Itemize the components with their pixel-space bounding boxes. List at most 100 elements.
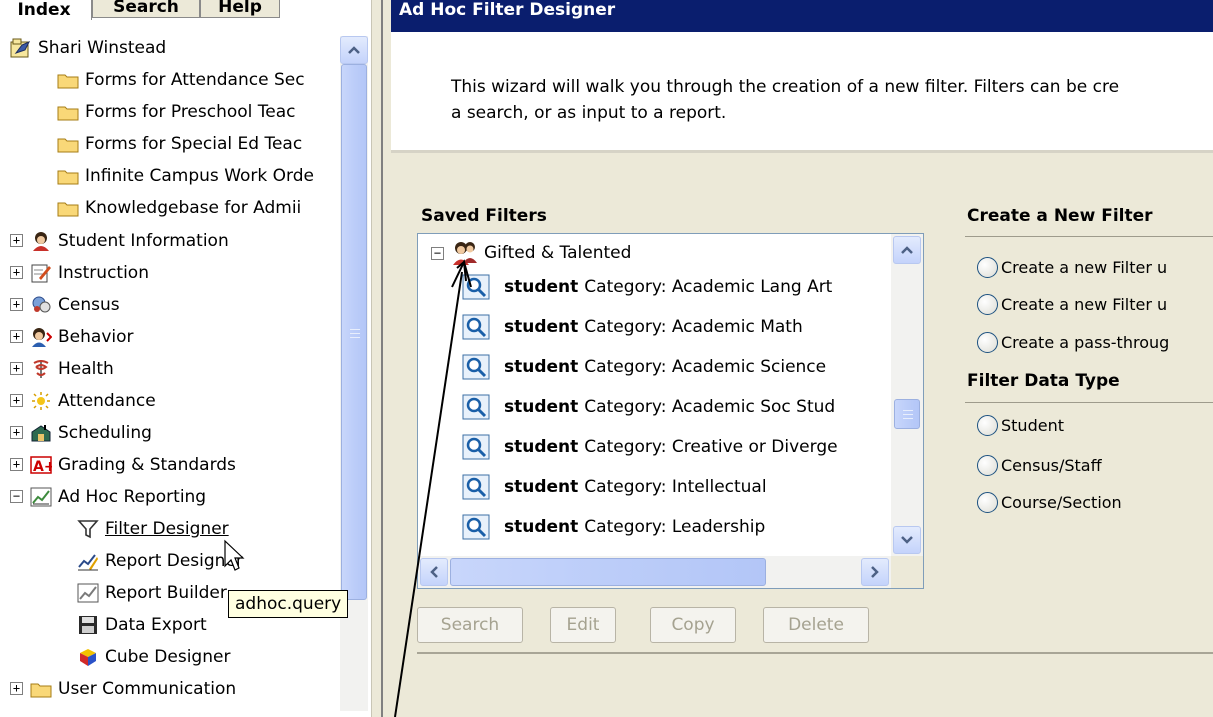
pane-splitter[interactable]	[371, 0, 391, 717]
scroll-up-button[interactable]	[893, 236, 921, 264]
radio-button[interactable]	[977, 415, 998, 436]
button-label: Delete	[788, 615, 844, 635]
folder-icon	[57, 74, 79, 88]
intro-line: a search, or as input to a report.	[451, 103, 727, 123]
saved-filters-list[interactable]: − Gifted & Talented student Category: Aca…	[417, 233, 924, 589]
search-query-icon	[462, 314, 490, 340]
create-option-radio[interactable]: Create a new Filter u	[977, 294, 1167, 315]
svg-text:A+: A+	[33, 459, 52, 475]
expand-icon[interactable]: +	[10, 394, 23, 407]
tree-item-report-builder[interactable]: Report Builder	[77, 578, 227, 608]
folder-icon	[57, 202, 79, 216]
tree-folder[interactable]: Forms for Preschool Teac	[57, 97, 296, 127]
tree-item-data-export[interactable]: Data Export	[77, 610, 207, 640]
scroll-down-button[interactable]	[893, 526, 921, 554]
health-icon	[33, 360, 49, 378]
copy-button[interactable]: Copy	[650, 607, 736, 643]
collapse-icon[interactable]: −	[10, 490, 23, 503]
scroll-thumb[interactable]	[450, 558, 766, 586]
tab-help[interactable]: Help	[200, 0, 280, 18]
tree-item-label: Cube Designer	[105, 647, 231, 667]
student-icon	[33, 232, 49, 251]
list-vertical-scrollbar[interactable]	[891, 234, 923, 556]
tree-item-report-designer[interactable]: Report Designer	[77, 546, 243, 576]
expand-icon[interactable]: +	[10, 330, 23, 343]
expand-icon[interactable]: +	[10, 682, 23, 695]
radio-button[interactable]	[977, 492, 998, 513]
filter-type: student	[504, 437, 579, 457]
expand-icon[interactable]: +	[10, 458, 23, 471]
saved-filter-item[interactable]: student Category: Academic Science	[462, 351, 826, 383]
search-query-icon	[462, 394, 490, 420]
expand-icon[interactable]: +	[10, 426, 23, 439]
scroll-thumb[interactable]	[894, 399, 920, 429]
filter-name: Category: Leadership	[584, 517, 766, 537]
radio-label: Course/Section	[1001, 493, 1122, 512]
search-query-icon	[462, 354, 490, 380]
tree-folder[interactable]: Infinite Campus Work Orde	[57, 161, 314, 191]
create-option-radio[interactable]: Create a pass-throug	[977, 332, 1169, 353]
census-icon	[32, 296, 51, 313]
expand-icon[interactable]: +	[10, 234, 23, 247]
data-type-radio-student[interactable]: Student	[977, 415, 1064, 436]
tree-folder[interactable]: Forms for Special Ed Teac	[57, 129, 302, 159]
collapse-icon[interactable]: −	[431, 246, 444, 260]
tab-label: Index	[17, 0, 71, 20]
list-horizontal-scrollbar[interactable]	[418, 556, 891, 588]
radio-label: Census/Staff	[1001, 456, 1102, 475]
saved-filter-item[interactable]: student Category: Academic Math	[462, 311, 803, 343]
filter-group-gifted-talented[interactable]: − Gifted & Talented	[431, 237, 631, 269]
tree-folder-label: Forms for Preschool Teac	[85, 102, 296, 122]
tree-module-label: Instruction	[58, 263, 149, 283]
tab-search[interactable]: Search	[92, 0, 200, 18]
tree-module-label: Ad Hoc Reporting	[58, 487, 207, 507]
tree-module-label: Census	[58, 295, 120, 315]
scroll-right-button[interactable]	[861, 558, 889, 586]
scroll-left-button[interactable]	[420, 558, 448, 586]
data-type-radio-census-staff[interactable]: Census/Staff	[977, 455, 1102, 476]
filter-type: student	[504, 357, 579, 377]
radio-label: Create a new Filter u	[1001, 258, 1168, 277]
panel-titlebar: Ad Hoc Filter Designer	[391, 0, 1213, 32]
expand-icon[interactable]: +	[10, 266, 23, 279]
tree-folder[interactable]: Knowledgebase for Admii	[57, 193, 301, 223]
saved-filter-item[interactable]: student Category: Academic Soc Stud	[462, 391, 835, 423]
create-option-radio[interactable]: Create a new Filter u	[977, 257, 1167, 278]
tree-item-label: Report Builder	[105, 583, 227, 603]
intro-text: This wizard will walk you through the cr…	[451, 74, 1119, 126]
tree-user-root[interactable]: Shari Winstead	[10, 33, 166, 63]
panel-title: Ad Hoc Filter Designer	[399, 0, 616, 20]
radio-button[interactable]	[977, 294, 998, 315]
radio-button[interactable]	[977, 257, 998, 278]
saved-filter-item[interactable]: student Category: Leadership	[462, 511, 765, 543]
scroll-up-button[interactable]	[340, 36, 368, 64]
button-label: Copy	[671, 615, 715, 635]
button-label: Edit	[566, 615, 600, 635]
tab-index[interactable]: Index	[0, 0, 92, 20]
edit-button[interactable]: Edit	[550, 607, 616, 643]
expand-icon[interactable]: +	[10, 298, 23, 311]
radio-button[interactable]	[977, 332, 998, 353]
report-builder-icon	[77, 583, 99, 603]
tree-module-label: Student Information	[58, 231, 229, 251]
saved-filter-item[interactable]: student Category: Academic Lang Art	[462, 271, 832, 303]
adhoc-reporting-icon	[30, 487, 52, 507]
tree-item-cube-designer[interactable]: Cube Designer	[77, 642, 230, 672]
folder-icon	[57, 106, 79, 120]
tree-module-label: Health	[58, 359, 114, 379]
tree-folder-label: Forms for Attendance Sec	[85, 70, 305, 90]
tree-item-label: Report Designer	[105, 551, 243, 571]
floppy-disk-icon	[79, 616, 97, 634]
tree-folder[interactable]: Forms for Attendance Sec	[57, 65, 305, 95]
scroll-thumb[interactable]	[341, 64, 367, 600]
saved-filter-item[interactable]: student Category: Creative or Diverge	[462, 431, 838, 463]
data-type-radio-course-section[interactable]: Course/Section	[977, 492, 1122, 513]
delete-button[interactable]: Delete	[763, 607, 869, 643]
saved-filter-item[interactable]: student Category: Intellectual	[462, 471, 767, 503]
tree-item-filter-designer[interactable]: Filter Designer	[77, 514, 229, 544]
search-button[interactable]: Search	[417, 607, 523, 643]
expand-icon[interactable]: +	[10, 362, 23, 375]
chevron-left-icon	[430, 566, 438, 578]
filter-type: student	[504, 477, 579, 497]
radio-button[interactable]	[977, 455, 998, 476]
